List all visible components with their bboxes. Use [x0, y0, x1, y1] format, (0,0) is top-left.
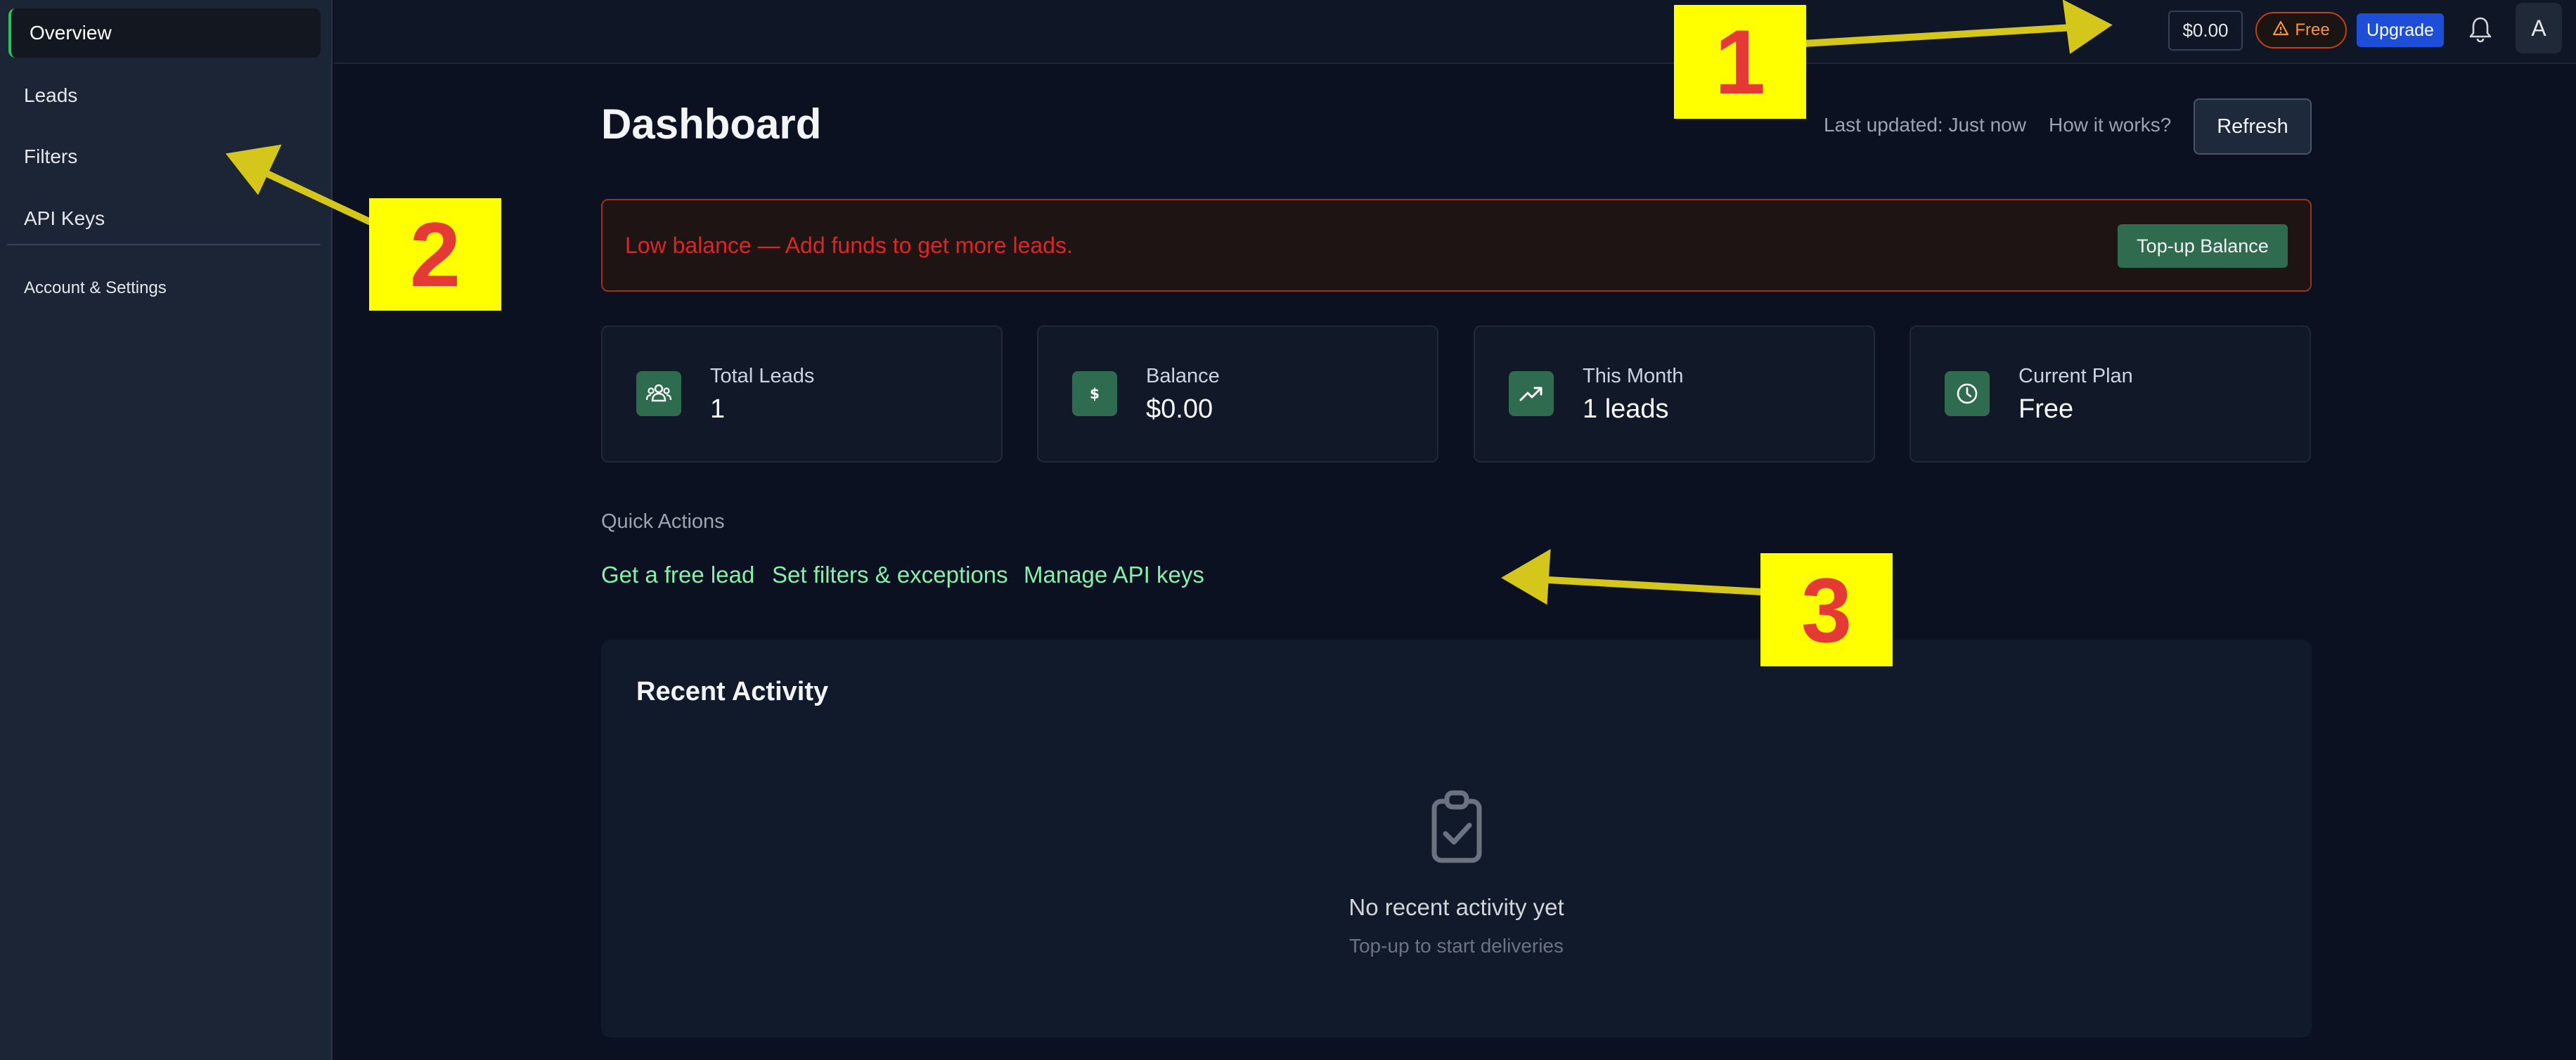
sidebar-item-leads[interactable]: Leads: [8, 71, 321, 120]
get-free-lead-link[interactable]: Get a free lead: [601, 562, 754, 588]
empty-state-title: No recent activity yet: [1348, 894, 1564, 920]
empty-state-subtitle: Top-up to start deliveries: [1348, 935, 1564, 957]
sidebar-item-account-settings[interactable]: Account & Settings: [24, 278, 167, 298]
top-up-balance-button[interactable]: Top-up Balance: [2118, 224, 2288, 268]
clipboard-check-icon: [1422, 789, 1492, 866]
sidebar-divider: [7, 244, 321, 245]
refresh-button[interactable]: Refresh: [2194, 98, 2312, 155]
set-filters-link[interactable]: Set filters & exceptions: [772, 562, 1008, 588]
plan-badge[interactable]: Free: [2255, 12, 2347, 49]
bell-icon[interactable]: [2468, 15, 2493, 44]
sidebar-item-api-keys[interactable]: API Keys: [8, 194, 321, 243]
users-icon: [636, 371, 681, 416]
quick-actions-title: Quick Actions: [601, 510, 725, 533]
sidebar-item-label: Overview: [30, 22, 112, 44]
sidebar: Overview Leads Filters API Keys Account …: [0, 0, 333, 1060]
stat-card-current-plan: Current Plan Free: [1910, 325, 2311, 463]
trending-up-icon: [1509, 371, 1554, 416]
plan-badge-label: Free: [2295, 20, 2330, 39]
avatar[interactable]: A: [2516, 3, 2562, 53]
dollar-icon: $: [1072, 371, 1117, 416]
stat-value: $0.00: [1146, 394, 1213, 424]
sidebar-item-label: Filters: [24, 146, 78, 167]
alert-message: Low balance — Add funds to get more lead…: [625, 233, 1073, 258]
annotation-marker-1: 1: [1674, 5, 1806, 119]
sidebar-item-overview[interactable]: Overview: [8, 8, 321, 58]
annotation-marker-2: 2: [369, 198, 501, 311]
warning-icon: [2272, 20, 2289, 41]
upgrade-button[interactable]: Upgrade: [2357, 13, 2444, 47]
stat-label: This Month: [1583, 365, 1684, 387]
low-balance-alert: Low balance — Add funds to get more lead…: [601, 199, 2312, 292]
stat-value: 1: [710, 394, 726, 424]
svg-text:$: $: [1090, 385, 1100, 402]
sidebar-item-label: Leads: [24, 84, 78, 106]
last-updated-text: Last updated: Just now: [1824, 114, 2026, 136]
manage-api-keys-link[interactable]: Manage API keys: [1024, 562, 1204, 588]
page-title: Dashboard: [601, 101, 822, 148]
stat-card-total-leads: Total Leads 1: [601, 325, 1003, 463]
balance-chip[interactable]: $0.00: [2168, 11, 2243, 51]
stat-label: Current Plan: [2018, 365, 2133, 387]
stat-card-balance: $ Balance $0.00: [1037, 325, 1438, 463]
stat-card-this-month: This Month 1 leads: [1474, 325, 1875, 463]
how-it-works-link[interactable]: How it works?: [2049, 114, 2171, 136]
sidebar-item-label: API Keys: [24, 207, 105, 229]
recent-activity-panel: Recent Activity No recent activity yet T…: [601, 640, 2312, 1038]
stat-label: Balance: [1146, 365, 1220, 387]
sidebar-item-filters[interactable]: Filters: [8, 132, 321, 181]
clock-icon: [1945, 371, 1990, 416]
stat-label: Total Leads: [710, 365, 815, 387]
stat-value: Free: [2018, 394, 2074, 424]
stat-value: 1 leads: [1583, 394, 1669, 424]
recent-activity-title: Recent Activity: [636, 677, 829, 706]
annotation-marker-3: 3: [1760, 553, 1893, 666]
